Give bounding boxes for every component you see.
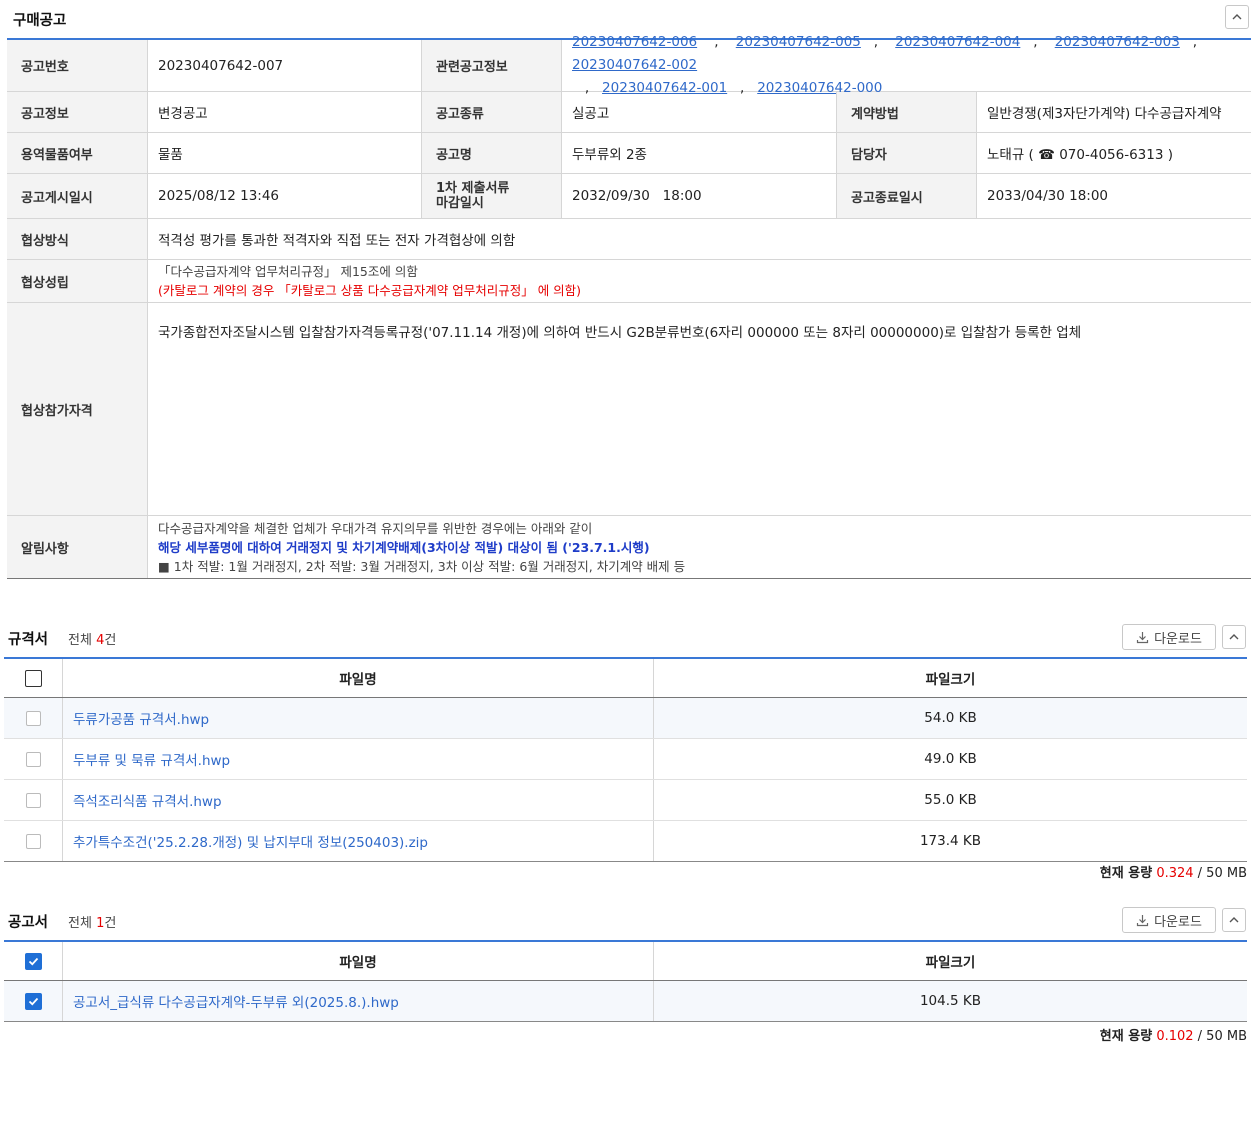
notice-kind: 실공고 [562,92,837,132]
spec-file-table: 파일명 파일크기 두류가공품 규격서.hwp 54.0 KB 두부류 및 묵류 … [4,657,1247,862]
estab-line1: 「다수공급자계약 업무처리규정」 제15조에 의함 [158,264,418,279]
row-checkbox[interactable] [25,833,41,849]
file-size: 49.0 KB [924,751,977,767]
download-icon [1136,914,1149,926]
file-link[interactable]: 공고서_급식류 다수공급자계약-두부류 외(2025.8.).hwp [73,991,399,1011]
file-size: 104.5 KB [919,993,982,1009]
collapse-notice-button[interactable] [1225,5,1249,29]
label-posted: 공고게시일시 [7,174,148,218]
label-method: 협상방식 [7,219,148,259]
check-icon [28,957,38,965]
negotiation-method: 적격성 평가를 통과한 적격자와 직접 또는 전자 가격협상에 의함 [158,233,516,249]
row-checkbox[interactable] [24,992,42,1010]
manager: 노태규 ( ☎ 070-4056-6313 ) [987,147,1173,163]
collapse-spec-button[interactable] [1222,625,1246,649]
label-notice-no: 공고번호 [7,40,148,91]
spec-count: 전체 4건 [68,633,117,648]
collapse-ann-button[interactable] [1222,908,1246,932]
table-row: 즉석조리식품 규격서.hwp 55.0 KB [4,780,1247,821]
label-deadline-line1: 1차 제출서류 [436,181,510,196]
spec-download-button[interactable]: 다운로드 [1122,624,1216,650]
label-end: 공고종료일시 [837,174,977,218]
chevron-up-icon [1229,917,1239,923]
ann-file-table: 파일명 파일크기 공고서_급식류 다수공급자계약-두부류 외(2025.8.).… [4,940,1247,1022]
label-deadline-line2: 마감일시 [436,196,484,211]
col-file-size: 파일크기 [925,672,976,688]
deadline-date: 2032/09/30 18:00 [562,174,837,218]
file-link[interactable]: 두류가공품 규격서.hwp [73,708,209,728]
posted-date: 2025/08/12 13:46 [148,174,422,218]
label-notice-name: 공고명 [422,133,562,173]
estab-line2: (카탈로그 계약의 경우 「카탈로그 상품 다수공급자계약 업무처리규정」 에 … [158,283,582,298]
table-header: 파일명 파일크기 [4,659,1247,698]
related-link[interactable]: 20230407642-005 [736,34,861,50]
label-manager: 담당자 [837,133,977,173]
label-notice-alert: 알림사항 [7,516,148,578]
notice-name: 두부류외 2종 [562,133,837,173]
negotiation-establish: 「다수공급자계약 업무처리규정」 제15조에 의함 (카탈로그 계약의 경우 「… [148,260,1251,302]
alert-line3: ■ 1차 적발: 1월 거래정지, 2차 적발: 3월 거래정지, 3차 이상 … [158,558,686,574]
label-deadline: 1차 제출서류 마감일시 [422,174,562,218]
label-notice-info: 공고정보 [7,92,148,132]
ann-download-button[interactable]: 다운로드 [1122,907,1216,933]
notice-info: 변경공고 [148,92,422,132]
section-title-notice: 구매공고 [13,13,67,29]
spec-header: 규격서 전체 4건 [8,628,116,649]
alert-line1: 다수공급자계약을 체결한 업체가 우대가격 유지의무를 위반한 경우에는 아래와… [158,520,593,536]
alert-line2: 해당 세부품명에 대하여 거래정지 및 차기계약배제(3차이상 적발) 대상이 … [158,539,650,555]
ann-capacity: 현재 용량 0.102 / 50 MB [1099,1029,1247,1044]
label-notice-kind: 공고종류 [422,92,562,132]
file-size: 173.4 KB [919,833,982,849]
chevron-up-icon [1229,634,1239,640]
label-related: 관련공고정보 [422,40,562,91]
file-size: 55.0 KB [924,792,977,808]
label-contract: 계약방법 [837,92,977,132]
col-file-name: 파일명 [63,659,654,697]
table-row: 두류가공품 규격서.hwp 54.0 KB [4,698,1247,739]
end-date: 2033/04/30 18:00 [987,188,1109,204]
qualification: 국가종합전자조달시스템 입찰참가자격등록규정('07.11.14 개정)에 의하… [158,325,1082,341]
svc-type: 물품 [148,133,422,173]
label-svc: 용역물품여부 [7,133,148,173]
table-row: 공고서_급식류 다수공급자계약-두부류 외(2025.8.).hwp 104.5… [4,981,1247,1021]
notice-alert: 다수공급자계약을 체결한 업체가 우대가격 유지의무를 위반한 경우에는 아래와… [148,516,1251,578]
download-icon [1136,631,1149,643]
check-icon [28,997,38,1005]
table-row: 추가특수조건('25.2.28.개정) 및 납지부대 정보(250403).zi… [4,821,1247,861]
select-all-checkbox[interactable] [24,952,42,970]
row-checkbox[interactable] [25,792,41,808]
file-link[interactable]: 즉석조리식품 규격서.hwp [73,790,222,810]
file-link[interactable]: 추가특수조건('25.2.28.개정) 및 납지부대 정보(250403).zi… [73,831,428,851]
col-file-size: 파일크기 [925,955,976,971]
file-link[interactable]: 두부류 및 묵류 규격서.hwp [73,749,230,769]
chevron-up-icon [1232,14,1242,20]
spec-title: 규격서 [8,632,49,648]
table-header: 파일명 파일크기 [4,942,1247,981]
notice-no: 20230407642-007 [148,40,422,91]
related-link[interactable]: 20230407642-004 [895,34,1020,50]
related-link[interactable]: 20230407642-003 [1055,34,1180,50]
related-link[interactable]: 20230407642-006 [572,34,697,50]
file-size: 54.0 KB [924,710,977,726]
spec-capacity: 현재 용량 0.324 / 50 MB [1099,866,1247,881]
row-checkbox[interactable] [25,710,41,726]
label-estab: 협상성립 [7,260,148,302]
table-row: 두부류 및 묵류 규격서.hwp 49.0 KB [4,739,1247,780]
related-notices: 20230407642-006 , 20230407642-005 , 2023… [572,34,1210,96]
ann-header: 공고서 전체 1건 [8,911,116,932]
ann-title: 공고서 [8,915,49,931]
ann-count: 전체 1건 [68,916,117,931]
row-checkbox[interactable] [25,751,41,767]
notice-info-table: 공고번호 20230407642-007 관련공고정보 20230407642-… [7,34,1251,579]
col-file-name: 파일명 [63,942,654,980]
label-qual: 협상참가자격 [7,303,148,515]
related-link[interactable]: 20230407642-002 [572,57,697,73]
select-all-checkbox[interactable] [24,669,42,687]
contract-method: 일반경쟁(제3자단가계약) 다수공급자계약 [987,106,1222,122]
